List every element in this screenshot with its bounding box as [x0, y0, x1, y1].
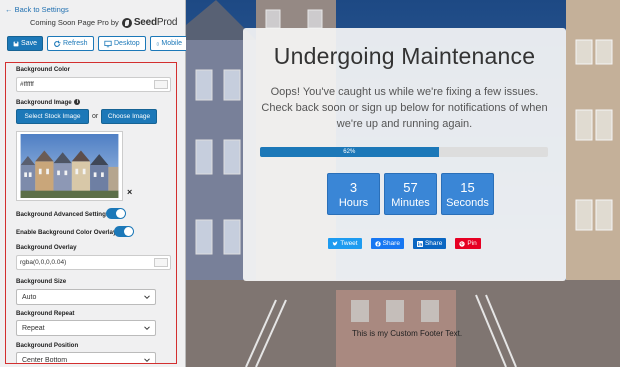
- maintenance-card: Undergoing Maintenance Oops! You've caug…: [243, 28, 566, 281]
- seedprod-leaf-icon: [121, 17, 132, 28]
- twitter-icon: [332, 241, 338, 246]
- bg-size-label: Background Size: [16, 278, 67, 285]
- facebook-icon: [374, 240, 381, 247]
- bg-color-swatch[interactable]: [154, 80, 168, 89]
- linkedin-share-button[interactable]: Share: [412, 238, 447, 249]
- toolbar: Save Refresh Desktop Mobile: [7, 36, 188, 51]
- progress-bar: 62%: [260, 147, 548, 157]
- countdown-minutes: 57 Minutes: [384, 173, 437, 215]
- bg-color-label: Background Color: [16, 66, 70, 73]
- overlay-field[interactable]: rgba(0,0,0,0.04): [16, 255, 171, 270]
- mobile-label: Mobile: [161, 40, 182, 47]
- refresh-icon: [54, 40, 61, 47]
- tweet-button[interactable]: Tweet: [328, 238, 362, 249]
- houses-thumbnail-image: [20, 134, 119, 198]
- description: Oops! You've caught us while we're fixin…: [261, 86, 548, 130]
- app-title: Coming Soon Page Pro by SeedProd: [30, 17, 177, 28]
- bg-color-value: #ffffff: [20, 81, 34, 88]
- select-stock-image-button[interactable]: Select Stock Image: [16, 109, 89, 124]
- seconds-value: 15: [460, 180, 475, 195]
- countdown-seconds: 15 Seconds: [441, 173, 494, 215]
- seedprod-logo: SeedProd: [121, 17, 178, 28]
- chevron-down-icon: [144, 295, 150, 300]
- progress-fill: 62%: [260, 147, 439, 157]
- desktop-icon: [104, 40, 112, 47]
- back-to-settings-link[interactable]: ← Back to Settings: [5, 5, 69, 14]
- pinterest-icon: [459, 240, 466, 247]
- hours-label: Hours: [338, 197, 369, 209]
- bg-image-label-text: Background Image: [16, 99, 72, 106]
- brand-light: Prod: [156, 17, 178, 28]
- sidebar: ← Back to Settings Coming Soon Page Pro …: [0, 0, 188, 367]
- refresh-button[interactable]: Refresh: [47, 36, 94, 51]
- or-text: or: [92, 113, 99, 120]
- advanced-settings-toggle[interactable]: [106, 208, 126, 219]
- minutes-value: 57: [403, 180, 418, 195]
- bg-repeat-select[interactable]: Repeat: [16, 320, 156, 336]
- info-icon[interactable]: i: [74, 99, 81, 106]
- choose-image-button[interactable]: Choose Image: [101, 109, 157, 124]
- chevron-down-icon: [144, 326, 150, 331]
- minutes-label: Minutes: [391, 197, 430, 209]
- share-buttons: Tweet Share Share Pin: [243, 238, 566, 249]
- bg-repeat-value: Repeat: [22, 324, 45, 332]
- bg-size-select[interactable]: Auto: [16, 289, 156, 305]
- enable-overlay-label: Enable Background Color Overlay: [16, 229, 117, 236]
- app-title-text: Coming Soon Page Pro by: [30, 18, 119, 27]
- headline: Undergoing Maintenance: [273, 43, 536, 69]
- countdown: 3 Hours 57 Minutes 15 Seconds: [327, 173, 494, 215]
- chevron-down-icon: [144, 358, 150, 363]
- overlay-value: rgba(0,0,0,0.04): [20, 259, 67, 266]
- mobile-button[interactable]: Mobile: [150, 36, 188, 51]
- bg-position-label: Background Position: [16, 342, 79, 349]
- enable-overlay-toggle[interactable]: [114, 226, 134, 237]
- advanced-settings-label: Background Advanced Settings: [16, 211, 110, 218]
- brand-bold: Seed: [133, 17, 157, 28]
- pin-label: Pin: [467, 240, 477, 247]
- bg-position-select[interactable]: Center Bottom: [16, 352, 156, 364]
- bg-size-value: Auto: [22, 293, 37, 301]
- pinterest-button[interactable]: Pin: [455, 238, 481, 249]
- remove-image-icon[interactable]: ×: [127, 187, 132, 197]
- save-button[interactable]: Save: [7, 36, 43, 51]
- page-preview: Undergoing Maintenance Oops! You've caug…: [186, 0, 620, 367]
- tweet-label: Tweet: [340, 240, 358, 247]
- bg-image-thumbnail: [16, 131, 123, 201]
- linkedin-icon: [416, 240, 423, 247]
- bg-image-label: Background Image i: [16, 99, 81, 106]
- linkedin-share-label: Share: [424, 240, 443, 247]
- bg-color-field[interactable]: #ffffff: [16, 77, 171, 92]
- facebook-share-label: Share: [382, 240, 400, 247]
- overlay-swatch[interactable]: [154, 258, 168, 267]
- seconds-label: Seconds: [446, 197, 489, 209]
- background-settings-panel: Background Color #ffffff Background Imag…: [5, 62, 177, 364]
- desktop-label: Desktop: [114, 40, 140, 47]
- countdown-hours: 3 Hours: [327, 173, 380, 215]
- mobile-icon: [156, 41, 159, 46]
- overlay-label: Background Overlay: [16, 244, 77, 251]
- hours-value: 3: [349, 180, 358, 195]
- footer-text: This is my Custom Footer Text.: [352, 329, 463, 338]
- facebook-share-button[interactable]: Share: [370, 238, 404, 249]
- save-label: Save: [21, 40, 37, 47]
- refresh-label: Refresh: [63, 40, 88, 47]
- save-icon: [13, 41, 19, 46]
- bg-repeat-label: Background Repeat: [16, 310, 75, 317]
- bg-position-value: Center Bottom: [22, 356, 68, 364]
- desktop-button[interactable]: Desktop: [98, 36, 146, 51]
- seedprod-wordmark: SeedProd: [133, 17, 178, 28]
